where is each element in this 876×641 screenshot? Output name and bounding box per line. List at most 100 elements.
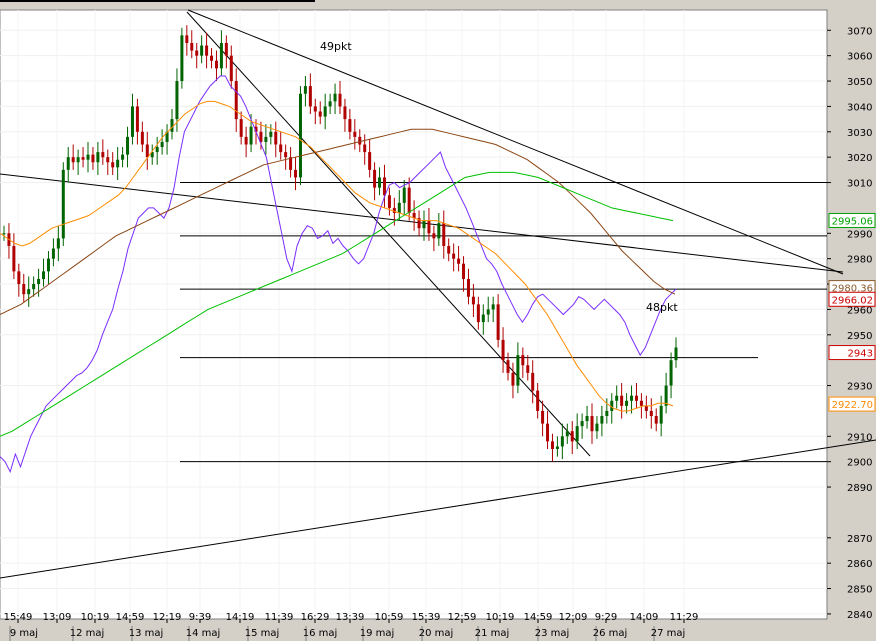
candle-body [264,136,268,142]
candle-body [476,304,480,323]
candle-body [22,284,26,295]
x-date-label: 26 maj [593,628,628,639]
candle-body [244,136,248,145]
x-time-label: 12:09 [559,612,588,623]
annotation-49pkt: 49pkt [320,40,352,53]
value-badge-text: 2922.70 [832,400,873,411]
y-tick-label: 3010 [847,179,872,190]
candle-body [526,365,530,373]
x-date-label: 21 maj [475,628,510,639]
candle-body [452,253,456,259]
candle-body [506,360,510,373]
candle-body [249,126,253,145]
candle-body [42,271,46,279]
candle-body [674,347,678,361]
candle-body [130,106,134,137]
candle-body [669,360,673,386]
candle-body [447,245,451,254]
value-badge-text: 2943 [848,349,873,360]
candle-body [126,136,130,155]
candle-body [32,284,36,290]
candle-body [96,152,100,163]
candle-body [214,60,218,69]
candle-body [521,355,525,366]
candle-body [368,152,372,170]
candle-body [155,147,159,153]
x-time-label: 15:39 [412,612,441,623]
x-date-label: 27 maj [651,628,686,639]
x-time-label: 12:19 [153,612,182,623]
candle-body [511,372,515,386]
y-tick-label: 2890 [847,483,872,494]
candle-body [37,278,41,285]
candle-body [570,431,574,442]
candle-body [56,238,60,249]
candle-body [605,410,609,416]
candle-body [51,248,55,259]
candle-body [546,423,550,442]
candle-body [486,309,490,315]
x-time-label: 13:39 [336,612,365,623]
x-date-label: 16 maj [303,628,338,639]
candle-body [2,233,6,235]
candle-body [457,258,461,264]
x-time-label: 14:19 [226,612,255,623]
x-date-label: 15 maj [245,628,280,639]
candle-body [195,50,199,56]
x-time-label: 10:19 [486,612,515,623]
candle-body [200,45,204,56]
candle-body [106,157,110,163]
candle-body [219,42,223,69]
candle-body [135,106,139,132]
candle-body [116,159,120,168]
x-time-label: 13:09 [43,612,72,623]
candle-body [575,426,579,442]
x-time-label: 14:59 [524,612,553,623]
y-tick-label: 2980 [847,255,872,266]
candle-body [343,106,347,120]
candle-body [491,304,495,310]
y-tick-label: 3060 [847,52,872,63]
value-badge-text: 2995.06 [832,216,873,227]
candle-body [387,195,391,208]
candle-body [101,152,105,158]
candle-body [303,86,307,94]
y-tick-label: 2960 [847,305,872,316]
candle-body [659,405,663,424]
x-time-label: 14:09 [630,612,659,623]
candle-body [536,390,540,411]
y-tick-label: 2870 [847,534,872,545]
candle-body [279,144,283,153]
x-date-label: 20 maj [419,628,454,639]
candle-body [462,263,466,279]
candle-body [170,119,174,132]
candle-body [397,202,401,213]
y-tick-label: 3050 [847,77,872,88]
candle-body [81,157,85,160]
x-time-label: 15:49 [4,612,33,623]
y-tick-label: 3070 [847,26,872,37]
candle-body [160,141,164,148]
candle-body [590,416,594,432]
y-tick-label: 2990 [847,229,872,240]
x-time-label: 16:29 [301,612,330,623]
candle-body [496,304,500,340]
candle-body [600,416,604,424]
candle-body [111,162,115,168]
candle-body [234,81,238,120]
candle-body [121,154,125,160]
candle-body [585,416,589,422]
candle-body [86,154,90,160]
candle-body [224,42,228,56]
x-time-label: 10:59 [375,612,404,623]
candle-body [422,220,426,229]
candle-body [284,152,288,158]
candle-body [298,93,302,178]
candle-body [565,431,569,437]
y-tick-label: 2860 [847,559,872,570]
candle-body [437,223,441,239]
x-date-label: 14 maj [186,628,221,639]
candle-body [76,157,80,163]
candle-body [229,55,233,82]
candle-body [175,81,179,120]
